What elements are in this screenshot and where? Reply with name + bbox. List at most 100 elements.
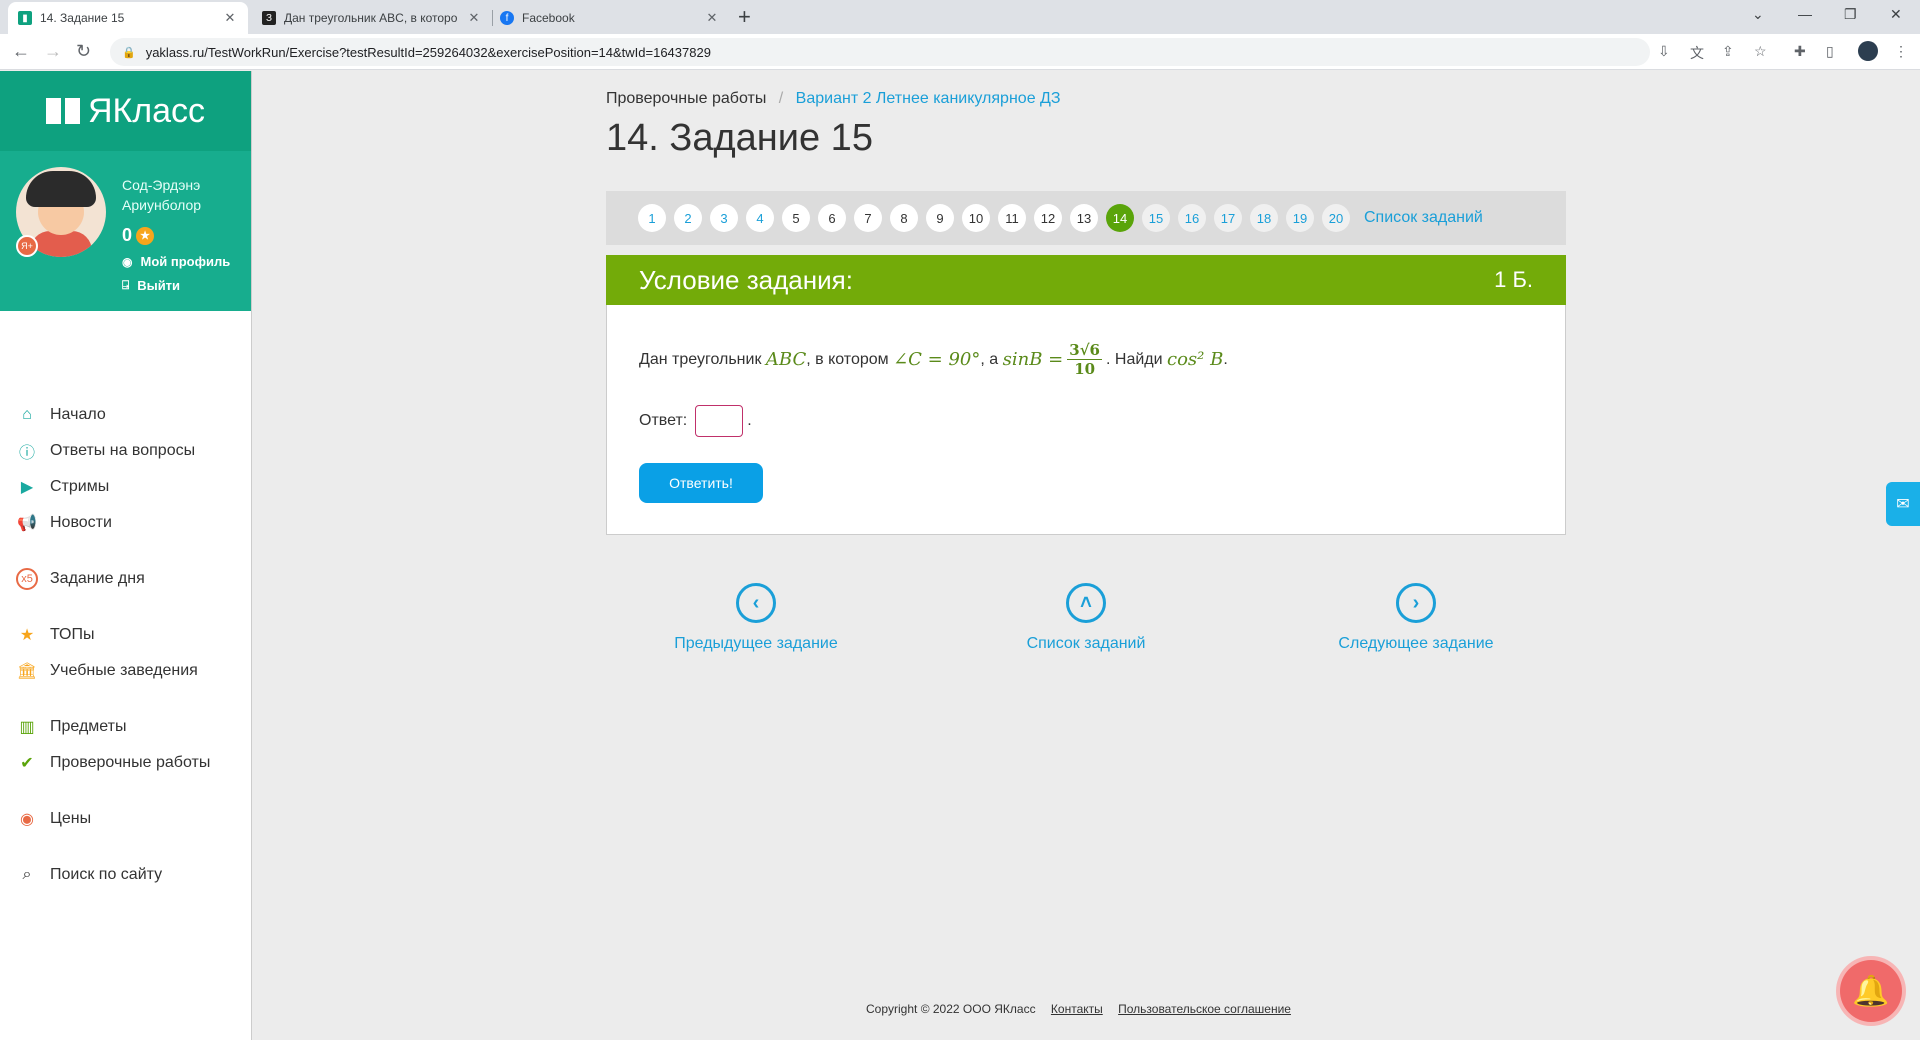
browser-tab[interactable]: f Facebook ✕ (490, 2, 730, 34)
task-body: Дан треугольник ABC , в котором ∠C = 90°… (606, 305, 1566, 535)
breadcrumb: Проверочные работы / Вариант 2 Летнее ка… (606, 90, 1061, 107)
close-icon[interactable]: ✕ (222, 10, 238, 26)
search-icon: ⌕ (22, 866, 32, 883)
minimize-icon[interactable]: — (1798, 6, 1812, 22)
page-link[interactable]: 9 (926, 204, 954, 232)
new-tab-button[interactable]: + (738, 4, 751, 30)
window-close-icon[interactable]: ✕ (1890, 6, 1902, 23)
browser-toolbar: ← → ↻ 🔒 yaklass.ru/TestWorkRun/Exercise?… (0, 34, 1920, 70)
sidebar-item-task-of-day[interactable]: x5 Задание дня (16, 568, 145, 590)
megaphone-icon: 📢 (17, 515, 37, 532)
sidebar-item-tops[interactable]: ★ ТОПы (16, 624, 95, 646)
sidebar-item-streams[interactable]: ▶ Стримы (16, 476, 109, 498)
logo-text: ЯКласс (87, 91, 206, 130)
znanija-icon: З (262, 11, 276, 25)
page-link[interactable]: 8 (890, 204, 918, 232)
reload-icon[interactable]: ↻ (76, 41, 91, 62)
task-header-title: Условие задания: (639, 264, 853, 295)
star-icon: ★ (19, 627, 35, 644)
my-profile-link[interactable]: ◉ Мой профиль (122, 254, 230, 269)
agreement-link[interactable]: Пользовательское соглашение (1118, 1002, 1291, 1016)
footer: Copyright © 2022 ООО ЯКласс Контакты Пол… (866, 1002, 1291, 1016)
sidebar-item-schools[interactable]: 🏛 Учебные заведения (16, 660, 198, 682)
back-icon[interactable]: ← (12, 41, 30, 62)
share-icon[interactable]: ⇪ (1722, 43, 1734, 60)
math-sin: sinB = (1002, 349, 1064, 370)
page-link-current[interactable]: 14 (1106, 204, 1134, 232)
forward-icon[interactable]: → (44, 41, 62, 62)
page-link[interactable]: 1 (638, 204, 666, 232)
browser-tab-bar: ▮ 14. Задание 15 ✕ З Дан треугольник ABC… (0, 0, 1920, 34)
sidebar-item-prices[interactable]: ◉ Цены (16, 808, 91, 830)
math-cos: cos² B (1167, 349, 1224, 370)
user-profile-panel: Сод-Эрдэнэ Ариунболор 0 ★ ◉ Мой профиль … (0, 151, 251, 311)
address-bar[interactable]: 🔒 yaklass.ru/TestWorkRun/Exercise?testRe… (110, 38, 1650, 66)
sidebar-item-subjects[interactable]: ▥ Предметы (16, 716, 126, 738)
page-link[interactable]: 20 (1322, 204, 1350, 232)
page-link[interactable]: 4 (746, 204, 774, 232)
page-link[interactable]: 11 (998, 204, 1026, 232)
page-link[interactable]: 15 (1142, 204, 1170, 232)
chevron-left-icon: ‹ (736, 583, 776, 623)
math-angle: ∠C = 90° (893, 349, 981, 370)
feedback-mail-icon[interactable]: ✉ (1886, 482, 1920, 526)
task-pager: 1 2 3 4 5 6 7 8 9 10 11 12 13 14 15 16 1… (606, 191, 1566, 245)
sidebar-item-answers[interactable]: ⓘ Ответы на вопросы (16, 440, 195, 462)
logout-icon: ⍈ (122, 278, 130, 292)
sidebar-item-news[interactable]: 📢 Новости (16, 512, 112, 534)
translate-icon[interactable]: 文 (1690, 43, 1704, 63)
question-text: Дан треугольник ABC , в котором ∠C = 90°… (639, 341, 1228, 378)
facebook-icon: f (500, 11, 514, 25)
browser-tab-active[interactable]: ▮ 14. Задание 15 ✕ (8, 2, 248, 34)
breadcrumb-current[interactable]: Вариант 2 Летнее каникулярное ДЗ (796, 90, 1061, 107)
page-link[interactable]: 10 (962, 204, 990, 232)
math-fraction: 3√6 10 (1067, 341, 1102, 378)
page-link[interactable]: 12 (1034, 204, 1062, 232)
page-link[interactable]: 7 (854, 204, 882, 232)
page-link[interactable]: 17 (1214, 204, 1242, 232)
submit-answer-button[interactable]: Ответить! (639, 463, 763, 503)
tab-search-icon[interactable]: ⌄ (1752, 6, 1764, 23)
bookmark-star-icon[interactable]: ☆ (1754, 43, 1767, 60)
user-name: Сод-Эрдэнэ Ариунболор (122, 177, 202, 213)
tab-title: Дан треугольник ABC, в которо (284, 11, 458, 25)
task-list-link[interactable]: Список заданий (1364, 209, 1483, 227)
rank-badge-icon: Я+ (16, 235, 38, 257)
notification-bell-icon[interactable]: 🔔 (1840, 960, 1902, 1022)
sidebar-item-home[interactable]: ⌂ Начало (16, 404, 106, 426)
books-icon: ▥ (19, 719, 35, 736)
menu-dots-icon[interactable]: ⋮ (1894, 43, 1908, 60)
page-link[interactable]: 6 (818, 204, 846, 232)
page-link[interactable]: 18 (1250, 204, 1278, 232)
logout-link[interactable]: ⍈ Выйти (122, 278, 180, 293)
task-list-bottom-link[interactable]: ˄ Список заданий (986, 583, 1186, 653)
breadcrumb-root[interactable]: Проверочные работы (606, 90, 766, 107)
browser-profile-avatar[interactable] (1858, 41, 1878, 61)
contacts-link[interactable]: Контакты (1051, 1002, 1103, 1016)
prev-task-link[interactable]: ‹ Предыдущее задание (656, 583, 856, 653)
close-icon[interactable]: ✕ (466, 10, 482, 26)
page-link[interactable]: 13 (1070, 204, 1098, 232)
page-link[interactable]: 19 (1286, 204, 1314, 232)
extensions-icon[interactable]: ✚ (1794, 43, 1806, 60)
install-icon[interactable]: ⇩ (1658, 43, 1670, 60)
sidebar-item-tests[interactable]: ✔ Проверочные работы (16, 752, 210, 774)
answer-row: Ответ: . (639, 405, 752, 437)
restore-icon[interactable]: ❐ (1844, 6, 1857, 23)
sidebar-item-search[interactable]: ⌕ Поиск по сайту (16, 864, 163, 886)
side-panel-icon[interactable]: ▯ (1826, 43, 1834, 60)
x5-icon: x5 (16, 568, 38, 590)
page-link[interactable]: 3 (710, 204, 738, 232)
site-logo[interactable]: ЯКласс (0, 71, 251, 151)
next-task-link[interactable]: › Следующее задание (1316, 583, 1516, 653)
answer-input[interactable] (695, 405, 744, 437)
check-icon: ✔ (20, 755, 34, 772)
close-icon[interactable]: ✕ (704, 10, 720, 26)
page-link[interactable]: 2 (674, 204, 702, 232)
url-text: yaklass.ru/TestWorkRun/Exercise?testResu… (145, 44, 711, 60)
tab-title: 14. Задание 15 (40, 11, 125, 25)
browser-tab[interactable]: З Дан треугольник ABC, в которо ✕ (252, 2, 492, 34)
logo-book-icon (45, 98, 80, 124)
page-link[interactable]: 5 (782, 204, 810, 232)
page-link[interactable]: 16 (1178, 204, 1206, 232)
